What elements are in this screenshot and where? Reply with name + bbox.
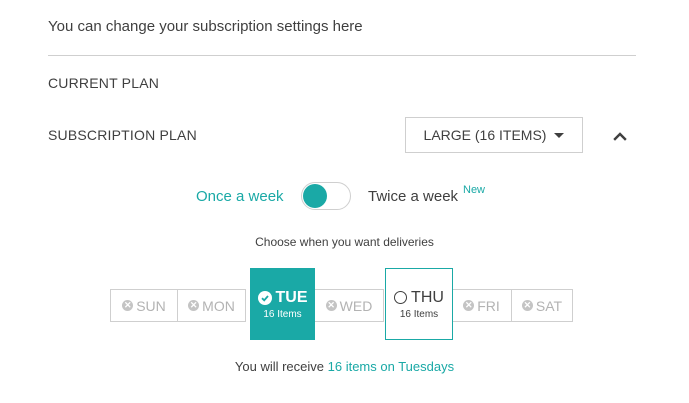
chevron-up-icon[interactable] <box>612 128 628 144</box>
settings-intro: You can change your subscription setting… <box>48 18 363 35</box>
day-label: THU <box>411 288 444 306</box>
day-label: FRI <box>477 297 500 314</box>
check-circle-icon <box>257 290 272 305</box>
twice-a-week-option[interactable]: Twice a week <box>368 188 458 205</box>
day-label: TUE <box>275 288 308 306</box>
delivery-summary: You will receive 16 items on Tuesdays <box>0 359 689 374</box>
day-monday[interactable]: ✕ MON <box>177 289 246 322</box>
close-circle-icon: ✕ <box>463 300 475 311</box>
caret-down-icon <box>554 132 565 138</box>
radio-circle-icon <box>394 291 408 304</box>
new-badge: New <box>463 184 486 196</box>
day-tuesday-selected[interactable]: TUE 16 Items <box>250 268 315 340</box>
close-circle-icon: ✕ <box>188 300 200 311</box>
plan-size-dropdown[interactable]: LARGE (16 ITEMS) <box>405 117 583 153</box>
frequency-toggle[interactable] <box>301 182 351 210</box>
subscription-plan-heading: SUBSCRIPTION PLAN <box>48 127 197 143</box>
summary-highlight-link[interactable]: 16 items on Tuesdays <box>328 359 454 374</box>
current-plan-heading: CURRENT PLAN <box>48 75 160 91</box>
day-label: MON <box>202 297 235 314</box>
day-saturday[interactable]: ✕ SAT <box>511 289 573 322</box>
day-items-count: 16 Items <box>399 308 439 320</box>
choose-deliveries-text: Choose when you want deliveries <box>255 235 434 249</box>
delivery-day-selector: ✕ SUN ✕ MON ✕ WED ✕ FRI ✕ SAT <box>110 289 573 322</box>
summary-prefix: You will receive <box>234 359 328 374</box>
day-thursday[interactable]: THU 16 Items <box>385 268 453 340</box>
day-friday[interactable]: ✕ FRI <box>452 289 512 322</box>
close-circle-icon: ✕ <box>122 300 134 311</box>
divider <box>48 55 636 56</box>
once-a-week-option[interactable]: Once a week <box>196 188 284 205</box>
day-wednesday[interactable]: ✕ WED <box>315 289 384 322</box>
day-label: SAT <box>535 297 563 314</box>
toggle-knob <box>303 184 327 208</box>
day-label: SUN <box>136 297 166 314</box>
day-label: WED <box>339 297 373 314</box>
close-circle-icon: ✕ <box>521 300 533 311</box>
day-items-count: 16 Items <box>263 308 302 320</box>
plan-size-value: LARGE (16 ITEMS) <box>423 127 547 143</box>
close-circle-icon: ✕ <box>325 300 337 311</box>
day-sunday[interactable]: ✕ SUN <box>110 289 177 322</box>
